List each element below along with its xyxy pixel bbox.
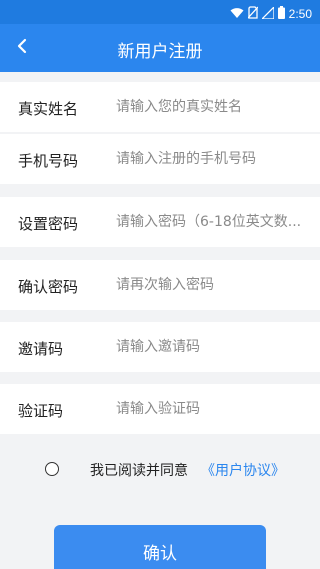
battery-icon xyxy=(277,4,285,23)
status-bar: 2:50 xyxy=(0,0,320,24)
form-row-real-name: 真实姓名 xyxy=(0,82,320,132)
form-row-phone: 手机号码 xyxy=(0,134,320,184)
form-row-confirm-password: 确认密码 xyxy=(0,260,320,310)
wifi-icon xyxy=(230,4,244,23)
status-icons: 2:50 xyxy=(230,4,312,23)
no-sim-icon xyxy=(247,4,259,23)
page-title: 新用户注册 xyxy=(117,42,203,62)
confirm-button[interactable]: 确认 xyxy=(54,525,266,569)
cell-signal-icon xyxy=(260,4,275,23)
form-row-set-password: 设置密码 xyxy=(0,197,320,247)
confirm-password-input[interactable] xyxy=(116,269,312,301)
form-row-invite-code: 邀请码 xyxy=(0,322,320,372)
form-row-verify-code: 验证码 xyxy=(0,384,320,434)
phone-label: 手机号码 xyxy=(18,152,79,170)
status-time: 2:50 xyxy=(288,6,312,21)
invite-code-input[interactable] xyxy=(116,331,312,363)
set-password-label: 设置密码 xyxy=(18,215,79,233)
invite-code-label: 邀请码 xyxy=(18,340,64,358)
user-agreement-link[interactable]: 《用户协议》 xyxy=(201,460,285,480)
real-name-label: 真实姓名 xyxy=(18,100,79,118)
agreement-row: 我已阅读并同意 《用户协议》 xyxy=(0,448,320,488)
verify-code-label: 验证码 xyxy=(18,402,64,420)
verify-code-input[interactable] xyxy=(116,393,312,425)
real-name-input[interactable] xyxy=(116,91,312,123)
agreement-radio[interactable] xyxy=(45,462,59,476)
agreement-text: 我已阅读并同意 xyxy=(90,463,188,479)
set-password-input[interactable] xyxy=(116,206,312,238)
app-bar: 新用户注册 xyxy=(0,24,320,72)
confirm-password-label: 确认密码 xyxy=(18,278,79,296)
phone-input[interactable] xyxy=(116,143,312,175)
